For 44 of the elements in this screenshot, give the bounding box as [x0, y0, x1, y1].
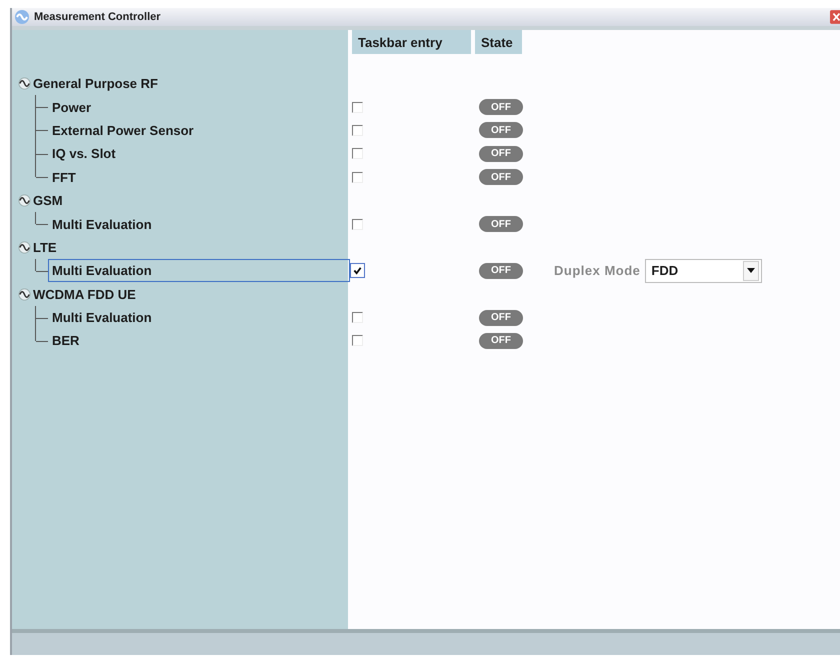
tree-item[interactable]: External Power Sensor [48, 120, 198, 141]
tree-group-label[interactable]: General Purpose RF [33, 76, 158, 92]
checkmark-icon [353, 266, 362, 276]
duplex-mode-dropdown[interactable]: FDD [645, 258, 762, 283]
tree-connector [35, 95, 49, 119]
tree-item[interactable]: Multi Evaluation [48, 259, 350, 282]
tree-connector [35, 259, 49, 271]
app-icon [14, 9, 30, 25]
tree-group-label[interactable]: GSM [33, 193, 63, 208]
tree-connector [35, 212, 49, 224]
state-toggle[interactable]: OFF [479, 262, 523, 279]
checkbox[interactable] [352, 124, 363, 136]
tree-group-label[interactable]: WCDMA FDD UE [33, 286, 136, 302]
tree-item[interactable]: FFT [48, 166, 80, 188]
state-toggle[interactable]: OFF [479, 169, 523, 186]
column-header: Taskbar entry [352, 30, 471, 54]
waveform-icon [18, 288, 31, 301]
waveform-icon [18, 77, 31, 90]
tree-item[interactable]: Multi Evaluation [48, 307, 156, 328]
tree-item[interactable]: Multi Evaluation [48, 214, 156, 235]
state-toggle[interactable]: OFF [479, 216, 523, 232]
state-toggle[interactable]: OFF [479, 122, 523, 138]
column-header: State [475, 30, 522, 54]
checkbox[interactable] [352, 102, 363, 113]
waveform-icon [18, 194, 31, 208]
checkbox[interactable] [352, 148, 363, 160]
state-toggle[interactable]: OFF [479, 332, 523, 349]
checkbox[interactable] [352, 312, 363, 324]
state-toggle[interactable]: OFF [479, 146, 523, 162]
tree-item[interactable]: IQ vs. Slot [48, 143, 120, 164]
waveform-icon [18, 240, 31, 254]
tree-connector [35, 118, 49, 142]
checkbox[interactable] [352, 218, 363, 230]
checkbox[interactable] [352, 172, 363, 183]
state-toggle[interactable]: OFF [479, 310, 523, 326]
window-title: Measurement Controller [34, 11, 162, 23]
tree-group-label[interactable]: LTE [33, 240, 57, 255]
checkbox[interactable] [350, 263, 365, 278]
tree-item[interactable]: BER [48, 330, 84, 352]
state-toggle[interactable]: OFF [479, 99, 523, 116]
tree-item[interactable]: Power [48, 96, 96, 118]
checkbox[interactable] [352, 335, 363, 346]
setting-label: Duplex Mode [554, 263, 640, 278]
close-icon[interactable] [830, 9, 840, 25]
